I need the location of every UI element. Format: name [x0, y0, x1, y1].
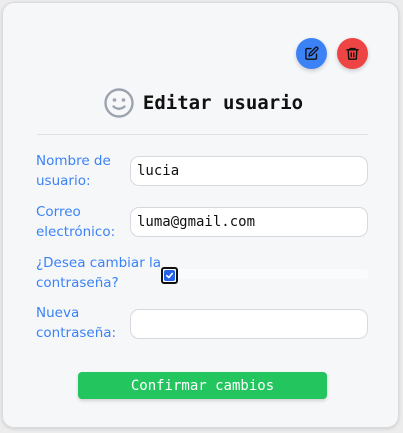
username-label: Nombre de usuario: — [36, 153, 111, 189]
new-password-label: Nueva contraseña: — [36, 305, 117, 341]
checkbox-track — [163, 269, 368, 279]
checkbox-fill — [164, 270, 175, 281]
email-label: Correo electrónico: — [36, 204, 116, 240]
form-header: Editar usuario — [3, 84, 403, 122]
change-password-label: ¿Desea cambiar la contraseña? — [36, 255, 162, 291]
delete-button[interactable] — [337, 38, 368, 69]
smiley-face-icon — [104, 88, 134, 118]
edit-button[interactable] — [296, 38, 327, 69]
trash-icon — [346, 47, 359, 60]
page-title: Editar usuario — [142, 92, 304, 114]
confirm-changes-button[interactable]: Confirmar cambios — [78, 372, 327, 399]
username-input[interactable] — [130, 156, 368, 186]
email-input[interactable] — [130, 207, 368, 237]
new-password-input[interactable] — [130, 309, 368, 339]
checkmark-icon — [165, 272, 174, 279]
edit-user-card: Editar usuario Nombre de usuario: Correo… — [2, 2, 399, 428]
divider — [37, 134, 368, 135]
pencil-square-icon — [305, 46, 319, 60]
change-password-checkbox[interactable] — [161, 267, 178, 284]
